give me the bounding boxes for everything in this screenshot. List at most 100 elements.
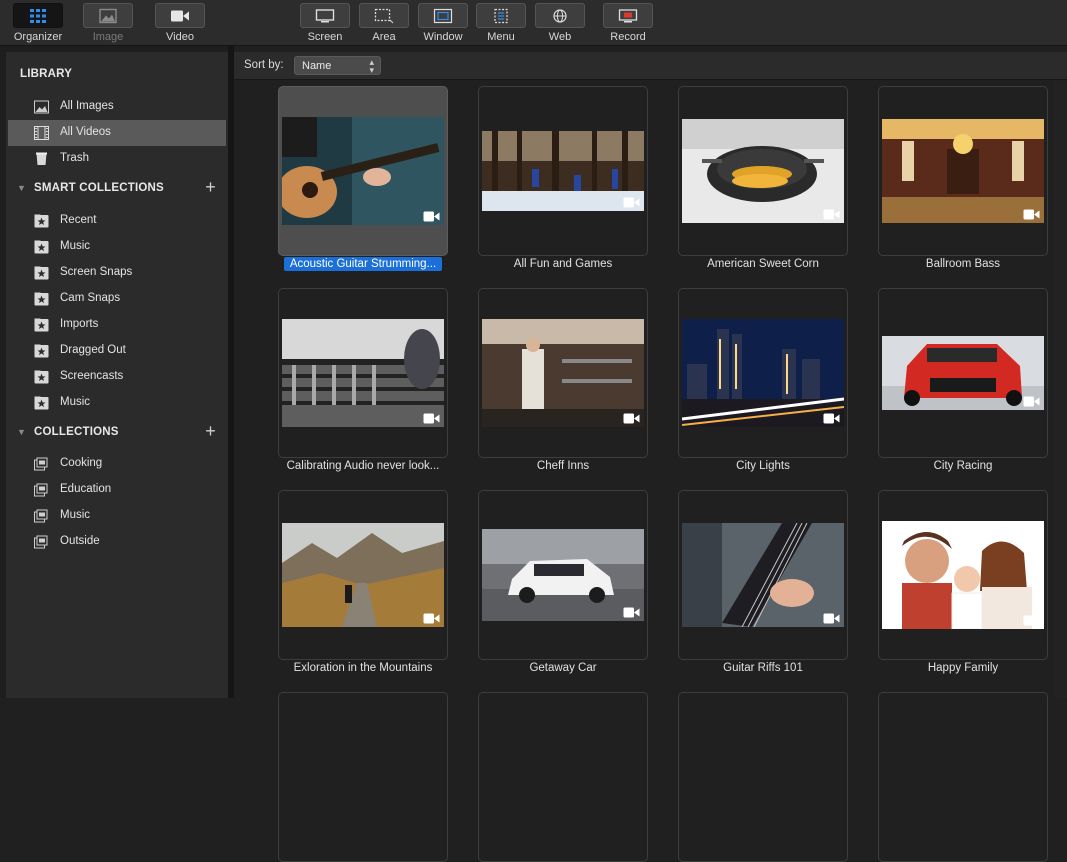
sidebar-item-label: Music: [60, 509, 91, 521]
grid-icon: [30, 8, 46, 23]
video-thumbnail: [682, 523, 844, 627]
video-tile[interactable]: [478, 490, 648, 660]
sidebar-item-label: Trash: [60, 152, 89, 164]
sidebar-item-label: Cam Snaps: [60, 292, 121, 304]
video-tile[interactable]: [278, 288, 448, 458]
collection-folder-icon: [34, 457, 48, 471]
sidebar-item-label: All Images: [60, 100, 114, 112]
video-tile[interactable]: [878, 490, 1048, 660]
library-header: LIBRARY: [6, 65, 228, 87]
sidebar-item-collection[interactable]: Outside: [8, 529, 226, 555]
sidebar-item-all-images[interactable]: All Images: [8, 94, 226, 120]
sidebar-item-all-videos[interactable]: All Videos: [8, 120, 226, 146]
video-button[interactable]: Video: [145, 3, 215, 45]
collections-header[interactable]: ▼ COLLECTIONS +: [6, 421, 228, 445]
disclosure-triangle-icon[interactable]: ▼: [17, 183, 26, 193]
area-capture-icon: [374, 8, 394, 23]
record-icon: [618, 8, 638, 22]
video-title-text: Acoustic Guitar Strumming...: [283, 257, 443, 271]
video-tile[interactable]: [678, 288, 848, 458]
video-tile[interactable]: [678, 86, 848, 256]
trash-icon: [36, 152, 47, 165]
video-camera-icon: [623, 197, 640, 208]
images-icon: [34, 100, 49, 114]
video-label: Video: [166, 31, 194, 43]
add-collection-icon[interactable]: +: [205, 421, 216, 442]
sidebar-item-label: Music: [60, 240, 91, 252]
video-title[interactable]: Exloration in the Mountains: [271, 662, 455, 674]
video-title-text: American Sweet Corn: [707, 258, 819, 270]
video-title-text: Calibrating Audio never look...: [286, 460, 440, 472]
video-title-text: Ballroom Bass: [925, 258, 1001, 270]
video-camera-icon: [1023, 615, 1040, 626]
collection-folder-icon: [34, 483, 48, 497]
scrollbar[interactable]: [1053, 81, 1067, 698]
sidebar-item-collection[interactable]: Music: [8, 503, 226, 529]
video-title[interactable]: City Racing: [871, 460, 1055, 472]
organizer-label: Organizer: [13, 31, 63, 43]
sidebar-item-label: Imports: [60, 318, 99, 330]
sidebar-item-smart-collection[interactable]: Imports: [8, 312, 226, 338]
video-title-text: Exloration in the Mountains: [293, 662, 433, 674]
sidebar-item-smart-collection[interactable]: Music: [8, 234, 226, 260]
add-smart-collection-icon[interactable]: +: [205, 177, 216, 198]
video-title[interactable]: All Fun and Games: [471, 258, 655, 270]
image-button[interactable]: Image: [73, 3, 143, 45]
video-title[interactable]: Guitar Riffs 101: [671, 662, 855, 674]
web-capture-icon: [553, 8, 567, 23]
video-tile[interactable]: [278, 692, 448, 862]
web-capture-button[interactable]: Web: [525, 3, 595, 45]
video-tile[interactable]: [478, 288, 648, 458]
video-tile[interactable]: [878, 692, 1048, 862]
video-tile[interactable]: [278, 86, 448, 256]
sidebar-item-smart-collection[interactable]: Dragged Out: [8, 338, 226, 364]
video-title[interactable]: Acoustic Guitar Strumming...: [271, 257, 455, 271]
sort-bar: Sort by: Name ▴ ▾: [234, 52, 1067, 80]
video-title[interactable]: American Sweet Corn: [671, 258, 855, 270]
video-title[interactable]: Ballroom Bass: [871, 258, 1055, 270]
sidebar-item-smart-collection[interactable]: Cam Snaps: [8, 286, 226, 312]
video-camera-icon: [623, 607, 640, 618]
video-camera-icon: [823, 613, 840, 624]
smart-collections-header[interactable]: ▼ SMART COLLECTIONS +: [6, 177, 228, 201]
image-label: Image: [92, 31, 124, 43]
video-thumbnail: [882, 119, 1044, 223]
video-thumbnail: [482, 529, 644, 621]
video-tile[interactable]: [678, 490, 848, 660]
sidebar-item-smart-collection[interactable]: Screen Snaps: [8, 260, 226, 286]
organizer-button[interactable]: Organizer: [3, 3, 73, 45]
sidebar-item-trash[interactable]: Trash: [8, 146, 226, 172]
video-tile[interactable]: [878, 86, 1048, 256]
video-title[interactable]: Happy Family: [871, 662, 1055, 674]
video-tile[interactable]: [278, 490, 448, 660]
sidebar-item-label: Music: [60, 396, 91, 408]
video-title[interactable]: Calibrating Audio never look...: [271, 460, 455, 472]
video-tile[interactable]: [878, 288, 1048, 458]
collection-folder-icon: [34, 535, 48, 549]
sidebar-item-label: Recent: [60, 214, 97, 226]
video-camera-icon: [823, 209, 840, 220]
video-title-text: All Fun and Games: [513, 258, 613, 270]
sidebar-item-label: Dragged Out: [60, 344, 126, 356]
sort-select[interactable]: Name ▴ ▾: [294, 56, 381, 75]
video-tile[interactable]: [678, 692, 848, 862]
sidebar-item-collection[interactable]: Cooking: [8, 451, 226, 477]
video-camera-icon: [1023, 396, 1040, 407]
video-title-text: City Racing: [933, 460, 993, 472]
sidebar-item-collection[interactable]: Education: [8, 477, 226, 503]
sidebar-item-label: All Videos: [60, 126, 111, 138]
window-capture-icon: [433, 8, 453, 23]
video-tile[interactable]: [478, 692, 648, 862]
video-tile[interactable]: [478, 86, 648, 256]
disclosure-triangle-icon[interactable]: ▼: [17, 427, 26, 437]
smart-collection-icon: [34, 214, 49, 228]
smart-collection-icon: [34, 370, 49, 384]
video-title[interactable]: City Lights: [671, 460, 855, 472]
main-content: Sort by: Name ▴ ▾ Acoustic Guitar Strummi…: [234, 46, 1067, 862]
video-title[interactable]: Getaway Car: [471, 662, 655, 674]
video-title[interactable]: Cheff Inns: [471, 460, 655, 472]
sidebar-item-smart-collection[interactable]: Recent: [8, 208, 226, 234]
sidebar-item-smart-collection[interactable]: Screencasts: [8, 364, 226, 390]
record-button[interactable]: Record: [593, 3, 663, 45]
sidebar-item-smart-collection[interactable]: Music: [8, 390, 226, 416]
